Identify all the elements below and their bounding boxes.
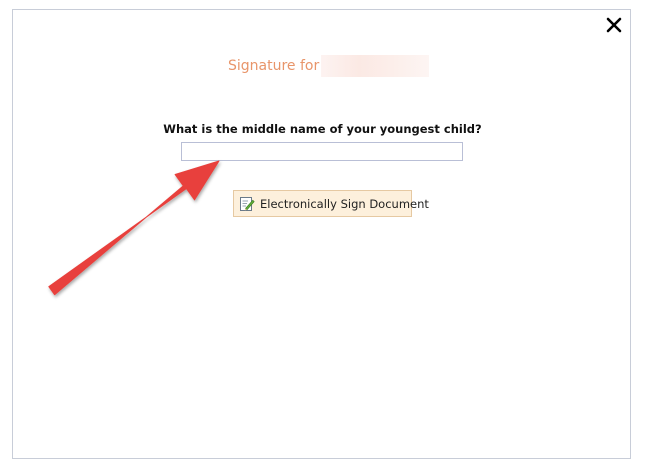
sign-button-label: Electronically Sign Document — [260, 196, 429, 211]
security-question-label: What is the middle name of your youngest… — [163, 122, 482, 136]
close-icon[interactable] — [604, 15, 624, 35]
dialog-title: Signature for — [228, 58, 320, 74]
electronically-sign-button[interactable]: Electronically Sign Document — [233, 190, 429, 217]
redacted-name — [321, 55, 430, 77]
dialog-title-row: Signature for — [228, 54, 430, 78]
document-sign-icon — [240, 196, 255, 211]
security-answer-input[interactable] — [181, 142, 463, 161]
